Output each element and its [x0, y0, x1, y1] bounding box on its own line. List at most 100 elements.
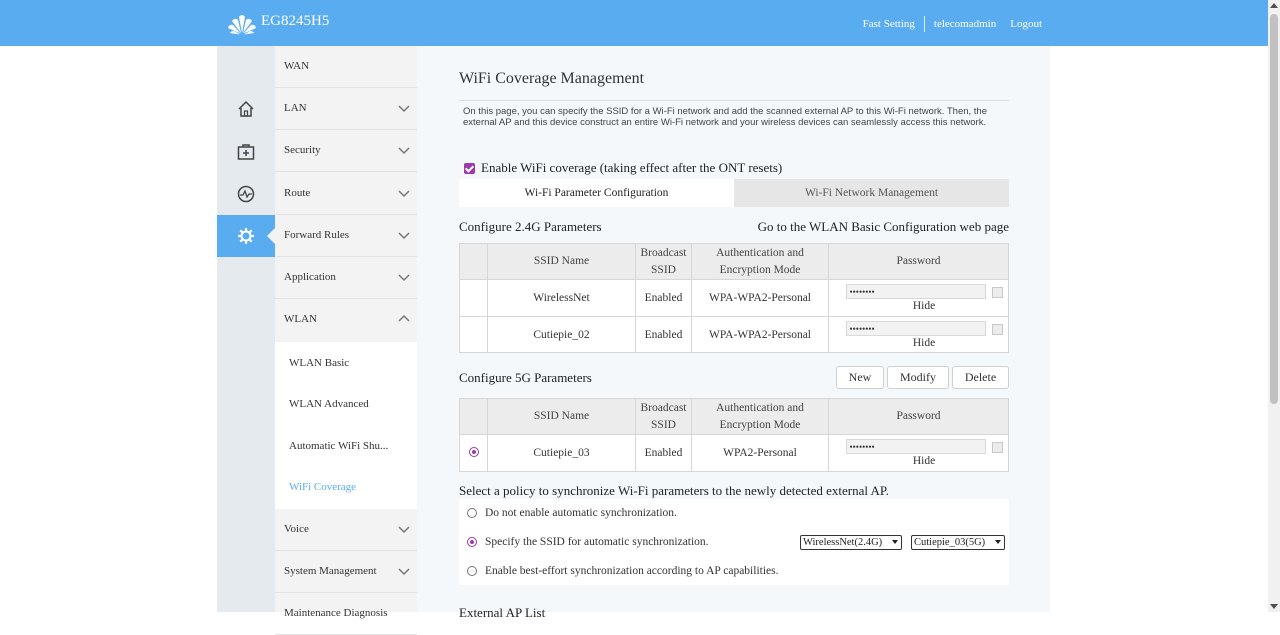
menu-item-wlan[interactable]: WLAN — [275, 299, 417, 341]
home-icon — [238, 100, 254, 117]
menu-item-route[interactable]: Route — [275, 173, 417, 215]
chevron-down-icon — [398, 105, 410, 113]
menu-item-label: Maintenance Diagnosis — [284, 607, 388, 619]
scroll-up-arrow-icon[interactable] — [1270, 3, 1278, 8]
section-title-5g: Configure 5G Parameters — [459, 370, 592, 385]
tab-bar: Wi-Fi Parameter Configuration Wi-Fi Netw… — [459, 179, 1009, 207]
menu-item-label: Voice — [284, 523, 309, 535]
tab-wifi-parameter-configuration[interactable]: Wi-Fi Parameter Configuration — [459, 179, 734, 207]
table-header-ssid: SSID Name — [487, 398, 636, 435]
row-select-cell[interactable] — [459, 434, 488, 472]
row-select-cell[interactable] — [459, 316, 488, 353]
row-select-cell[interactable] — [459, 279, 488, 317]
policy-radio[interactable] — [467, 537, 477, 547]
chevron-down-icon — [398, 147, 410, 155]
password-cell: •••••••• Hide — [828, 434, 1009, 472]
menu-item-label: Application — [284, 271, 336, 283]
hide-password-checkbox[interactable] — [991, 442, 1003, 453]
chevron-down-icon — [398, 232, 410, 240]
scroll-down-arrow-icon[interactable] — [1270, 604, 1278, 609]
hide-password-checkbox[interactable] — [991, 323, 1003, 335]
submenu-wifi-coverage[interactable]: WiFi Coverage — [289, 481, 356, 493]
rail-home[interactable] — [217, 88, 275, 130]
menu-item-wan[interactable]: WAN — [275, 46, 417, 88]
menu-item-system-management[interactable]: System Management — [275, 551, 417, 593]
policy-option-disable[interactable]: Do not enable automatic synchronization. — [467, 507, 677, 519]
policy-option-label: Specify the SSID for automatic synchroni… — [485, 536, 709, 548]
new-button[interactable]: New — [836, 366, 884, 389]
ssid-cell: WirelessNet — [487, 279, 636, 317]
menu-item-lan[interactable]: LAN — [275, 88, 417, 130]
menu-item-label: Security — [284, 144, 321, 156]
ssid-cell: Cutiepie_03 — [487, 434, 636, 472]
table-header-ssid: SSID Name — [487, 243, 636, 280]
rail-plus-box[interactable] — [217, 131, 275, 173]
dropdown-arrow-icon — [892, 540, 898, 544]
enable-coverage-row: Enable WiFi coverage (taking effect afte… — [464, 160, 782, 176]
policy-option-best-effort[interactable]: Enable best-effort synchronization accor… — [467, 565, 778, 577]
menu-item-forward-rules[interactable]: Forward Rules — [275, 215, 417, 257]
auth-cell: WPA-WPA2-Personal — [691, 316, 829, 353]
gear-icon — [238, 228, 254, 244]
menu-item-application[interactable]: Application — [275, 257, 417, 299]
menu-item-security[interactable]: Security — [275, 130, 417, 172]
policy-option-label: Enable best-effort synchronization accor… — [485, 565, 779, 577]
menu-item-voice[interactable]: Voice — [275, 509, 417, 551]
auth-cell: WPA-WPA2-Personal — [691, 279, 829, 317]
table-row[interactable]: Cutiepie_02 Enabled WPA-WPA2-Personal ••… — [459, 316, 1009, 353]
broadcast-cell: Enabled — [635, 434, 692, 472]
section-title-24g: Configure 2.4G Parameters — [459, 219, 602, 234]
password-field[interactable]: •••••••• — [845, 320, 986, 336]
page-title: WiFi Coverage Management — [459, 70, 645, 87]
menu-item-label: System Management — [284, 565, 377, 577]
enable-coverage-checkbox[interactable] — [464, 162, 475, 174]
policy-title: Select a policy to synchronize Wi-Fi par… — [459, 483, 889, 498]
table-5g: SSID Name Broadcast SSID Authentication … — [459, 398, 1009, 472]
enable-coverage-label: Enable WiFi coverage (taking effect afte… — [481, 160, 783, 175]
password-field[interactable]: •••••••• — [845, 284, 986, 299]
hide-label: Hide — [912, 336, 936, 349]
ssid-24g-select[interactable]: WirelessNet(2.4G) — [800, 535, 902, 550]
table-row[interactable]: Cutiepie_03 Enabled WPA2-Personal ••••••… — [459, 434, 1009, 472]
icon-rail — [217, 46, 275, 612]
logout-link[interactable]: Logout — [1010, 18, 1042, 30]
policy-option-label: Do not enable automatic synchronization. — [485, 507, 677, 519]
hide-label: Hide — [912, 300, 936, 312]
hide-label: Hide — [912, 455, 936, 467]
rail-diagnose[interactable] — [217, 173, 275, 215]
menu-item-label: WLAN — [284, 313, 317, 325]
table-row[interactable]: WirelessNet Enabled WPA-WPA2-Personal ••… — [459, 279, 1009, 317]
modify-button[interactable]: Modify — [887, 366, 949, 389]
submenu-wlan-basic[interactable]: WLAN Basic — [289, 357, 349, 369]
tab-wifi-network-management[interactable]: Wi-Fi Network Management — [734, 179, 1009, 207]
wlan-basic-config-link[interactable]: Go to the WLAN Basic Configuration web p… — [758, 219, 1009, 235]
chevron-down-icon — [398, 190, 410, 198]
submenu-automatic-wifi-shutdown[interactable]: Automatic WiFi Shu... — [289, 440, 388, 452]
wlan-submenu: WLAN Basic WLAN Advanced Automatic WiFi … — [275, 342, 417, 509]
menu-item-label: WAN — [284, 60, 310, 72]
rail-settings[interactable] — [217, 215, 275, 257]
policy-radio[interactable] — [467, 566, 477, 576]
vertical-scrollbar[interactable] — [1268, 0, 1280, 612]
password-field[interactable]: •••••••• — [845, 439, 986, 454]
fast-setting-link[interactable]: Fast Setting — [863, 18, 915, 30]
hide-password-checkbox[interactable] — [991, 287, 1003, 298]
table-header-broadcast: Broadcast SSID — [635, 398, 692, 435]
scroll-thumb[interactable] — [1270, 14, 1278, 404]
ssid-5g-select[interactable]: Cutiepie_03(5G) — [911, 535, 1005, 550]
table-header-password: Password — [828, 398, 1009, 435]
table-header-auth: Authentication and Encryption Mode — [691, 243, 829, 280]
user-link[interactable]: telecomadmin — [934, 18, 996, 30]
ssid-24g-select-value: WirelessNet(2.4G) — [803, 537, 883, 548]
page-description: On this page, you can specify the SSID f… — [463, 106, 987, 128]
policy-radio[interactable] — [467, 508, 477, 518]
table-24g: SSID Name Broadcast SSID Authentication … — [459, 243, 1009, 353]
menu-item-maintenance[interactable]: Maintenance Diagnosis — [275, 593, 417, 635]
policy-option-specify-ssid[interactable]: Specify the SSID for automatic synchroni… — [467, 536, 709, 548]
submenu-wlan-advanced[interactable]: WLAN Advanced — [289, 398, 369, 410]
delete-button[interactable]: Delete — [952, 366, 1009, 389]
row-select-radio[interactable] — [468, 446, 479, 457]
broadcast-cell: Enabled — [635, 316, 692, 353]
side-menu: WAN LAN Security Route Forward Rules App… — [275, 46, 417, 635]
huawei-logo-icon — [228, 15, 256, 35]
